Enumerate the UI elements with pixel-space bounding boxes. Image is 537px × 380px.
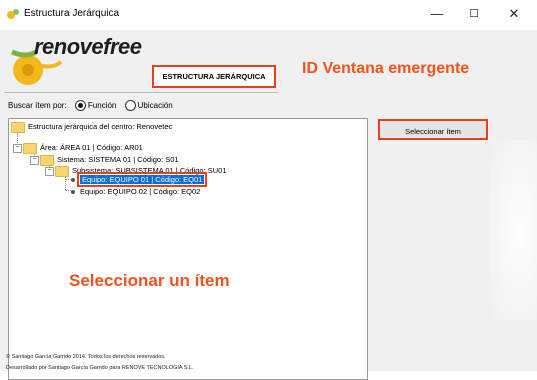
tree-node-label: Equipo: EQUIPO 02 | Código: EQ02 xyxy=(80,187,201,196)
collapse-toggle-icon[interactable]: − xyxy=(45,167,54,176)
folder-icon xyxy=(23,142,37,154)
collapse-toggle-icon[interactable]: − xyxy=(30,156,39,165)
title-bar: Estructura Jerárquica — ☐ ✕ xyxy=(0,0,537,30)
search-by-row: Buscar ítem por: Función Ubicación xyxy=(8,100,173,111)
minimize-button[interactable]: — xyxy=(420,4,454,24)
tree-node-label: Estructura jerárquica del centro: Renove… xyxy=(28,122,173,131)
tree-node-label: Sistema: SISTEMA 01 | Código: S01 xyxy=(57,155,179,164)
header-title: ESTRUCTURA JERÁRQUICA xyxy=(152,65,276,88)
tree-node-label: Área: ÁREA 01 | Código: AR01 xyxy=(40,143,143,152)
collapse-toggle-icon[interactable]: − xyxy=(13,144,22,153)
radio-ubicacion[interactable] xyxy=(124,100,136,111)
select-item-button[interactable]: Seleccionar ítem xyxy=(378,119,488,140)
renovefree-logo: renovefree xyxy=(4,32,154,87)
radio-ubicacion-label[interactable]: Ubicación xyxy=(138,101,173,110)
maximize-button[interactable]: ☐ xyxy=(457,4,491,24)
logo-text: renovefree xyxy=(34,34,142,60)
search-by-label: Buscar ítem por: xyxy=(8,101,67,110)
folder-icon xyxy=(55,165,69,177)
tree-node-label-selected[interactable]: Equipo: EQUIPO 01 | Código: EQ01 xyxy=(76,172,208,187)
tree-node-sistema[interactable]: Sistema: SISTEMA 01 | Código: S01 xyxy=(40,154,179,166)
logo-text-renove: renove xyxy=(34,34,104,59)
folder-icon xyxy=(40,154,54,166)
logo-text-free: free xyxy=(103,34,142,59)
dialog-body: renovefree ESTRUCTURA JERÁRQUICA ID Vent… xyxy=(0,30,537,380)
footer-copyright: © Santiago García Garrido 2014. Todos lo… xyxy=(6,354,166,360)
folder-icon xyxy=(11,121,25,133)
tree-node-equipo-01[interactable]: Equipo: EQUIPO 01 | Código: EQ01 xyxy=(69,172,208,187)
tree-node-area[interactable]: Área: ÁREA 01 | Código: AR01 xyxy=(23,142,143,154)
window-title: Estructura Jerárquica xyxy=(24,8,120,19)
annotation-select-item: Seleccionar un ítem xyxy=(69,271,230,290)
tree-node-root[interactable]: Estructura jerárquica del centro: Renove… xyxy=(11,121,173,133)
radio-funcion-label[interactable]: Función xyxy=(88,101,116,110)
background-glare xyxy=(490,140,537,320)
app-gear-icon xyxy=(7,9,19,19)
radio-funcion[interactable] xyxy=(74,100,86,111)
hierarchy-tree[interactable]: Estructura jerárquica del centro: Renove… xyxy=(8,118,368,380)
annotation-window-id: ID Ventana emergente xyxy=(302,60,470,77)
tree-node-equipo-02[interactable]: Equipo: EQUIPO 02 | Código: EQ02 xyxy=(69,186,200,197)
footer-developer: Desarrollado por Santiago García Garrido… xyxy=(6,365,194,371)
header-divider xyxy=(4,92,278,93)
close-button[interactable]: ✕ xyxy=(497,4,531,24)
leaf-bullet-icon xyxy=(71,178,75,183)
leaf-bullet-icon xyxy=(71,190,75,195)
